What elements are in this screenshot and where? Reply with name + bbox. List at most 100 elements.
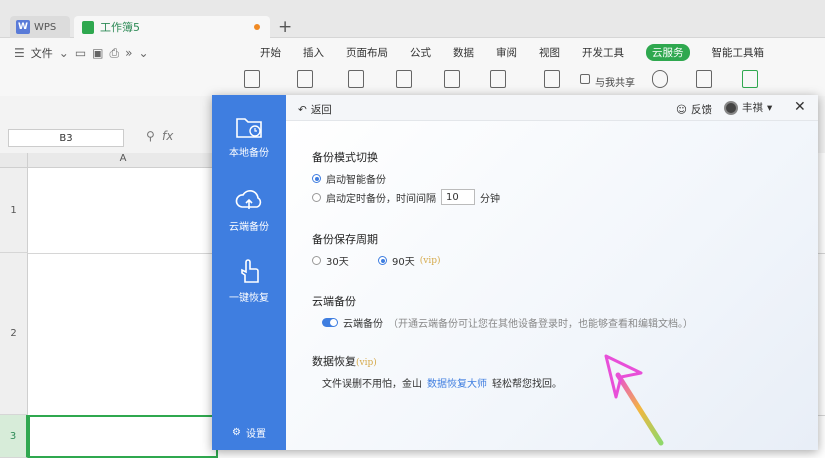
smart-backup-option[interactable]: 启动智能备份 — [312, 171, 386, 186]
close-icon[interactable]: ✕ — [794, 99, 806, 115]
feedback-button[interactable]: ☺ 反馈 — [676, 102, 712, 117]
selected-cell[interactable] — [28, 415, 218, 458]
row-header-2[interactable]: 2 — [0, 253, 28, 415]
radio-unselected-icon[interactable] — [312, 256, 321, 265]
doc-roam-icon[interactable] — [244, 70, 260, 88]
timed-backup-option[interactable]: 启动定时备份，时间间隔 10 分钟 — [312, 189, 500, 205]
ribbon-tab[interactable]: 数据 — [453, 45, 474, 61]
caret-down-icon: ▾ — [767, 101, 773, 114]
new-tab-button[interactable]: + — [278, 17, 292, 37]
microphone-icon[interactable] — [652, 70, 668, 88]
row-header-3[interactable]: 3 — [0, 415, 28, 458]
ribbon-tab[interactable]: 公式 — [410, 45, 431, 61]
tab-workbook[interactable]: 工作簿5 — [74, 16, 270, 38]
cloud-backup-title: 云端备份 — [312, 295, 356, 308]
recovery-text-pre: 文件误删不用怕，金山 — [322, 379, 422, 390]
sidebar-label-cloud-backup: 云端备份 — [229, 222, 269, 233]
ribbon-tab[interactable]: 智能工具箱 — [712, 45, 765, 61]
more-icon[interactable]: » — [125, 46, 132, 60]
radio-selected-icon[interactable] — [378, 256, 387, 265]
data-recovery-row: 文件误删不用怕，金山 数据恢复大师 轻松帮您找回。 — [322, 375, 562, 390]
sidebar-item-local-backup[interactable]: 本地备份 — [212, 113, 286, 159]
backup-dialog: 本地备份 云端备份 一键恢复 ⚙ 设置 ↶ 返回 ☺ 反馈 丰祺 ▾ ✕ 备份模… — [212, 95, 818, 450]
image-upload-icon[interactable] — [297, 70, 313, 88]
new-cloud-doc-icon[interactable] — [348, 70, 364, 88]
shared-with-me-label[interactable]: 与我共享 — [595, 74, 635, 89]
period-30-option[interactable]: 30天 — [312, 253, 349, 268]
period-90-option[interactable]: 90天 (vip) — [378, 253, 440, 268]
annotation-arrow-icon — [604, 354, 664, 446]
smart-backup-label: 启动智能备份 — [326, 175, 386, 186]
customize-icon[interactable]: ⌄ — [138, 46, 148, 60]
cloud-backup-toggle-row[interactable]: 云端备份 （开通云端备份可让您在其他设备登录时，也能够查看和编辑文档。） — [322, 315, 693, 330]
period-90-label: 90天 — [392, 257, 415, 268]
back-button[interactable]: ↶ 返回 — [298, 102, 332, 117]
formula-bar: B3 ⚲ fx — [0, 126, 220, 150]
avatar — [724, 100, 738, 115]
backup-mode-title: 备份模式切换 — [312, 151, 378, 164]
history-icon[interactable] — [396, 70, 412, 88]
data-recovery-title-text: 数据恢复 — [312, 355, 356, 368]
tab-wps-label: WPS — [34, 21, 57, 33]
ribbon-tab[interactable]: 审阅 — [496, 45, 517, 61]
settings-button[interactable]: ⚙ 设置 — [232, 425, 266, 440]
settings-label: 设置 — [245, 429, 266, 440]
ribbon-tab[interactable]: 云服务 — [646, 44, 690, 61]
retention-period-title: 备份保存周期 — [312, 233, 378, 246]
unsaved-dot-icon — [254, 24, 260, 30]
feedback-icon: ☺ — [676, 103, 687, 116]
chevron-down-icon[interactable]: ⌄ — [59, 46, 69, 60]
zoom-icon[interactable]: ⚲ — [146, 129, 155, 143]
column-header-a[interactable]: A — [28, 153, 218, 168]
recovery-text-post: 轻松帮您找回。 — [492, 379, 562, 390]
radio-selected-icon[interactable] — [312, 174, 321, 183]
cloud-backup-toggle-label: 云端备份 — [343, 319, 383, 330]
dialog-header: ↶ 返回 ☺ 反馈 丰祺 ▾ ✕ — [286, 95, 818, 121]
ribbon-tab[interactable]: 开始 — [260, 45, 281, 61]
ribbon-tabs: 开始 插入 页面布局 公式 数据 审阅 视图 开发工具 云服务 智能工具箱 — [260, 44, 786, 61]
row-header-1[interactable]: 1 — [0, 168, 28, 253]
user-menu[interactable]: 丰祺 ▾ — [724, 100, 772, 115]
backup-settings-panel: 备份模式切换 启动智能备份 启动定时备份，时间间隔 10 分钟 备份保存周期 3… — [286, 121, 818, 450]
backup-sidebar: 本地备份 云端备份 一键恢复 ⚙ 设置 — [212, 95, 286, 450]
radio-unselected-icon[interactable] — [312, 192, 321, 202]
gear-icon: ⚙ — [232, 427, 241, 438]
tab-workbook-label: 工作簿5 — [100, 21, 140, 34]
sidebar-label-local-backup: 本地备份 — [229, 148, 269, 159]
ribbon-tab[interactable]: 页面布局 — [346, 45, 388, 61]
hamburger-menu-icon[interactable]: ☰ — [14, 46, 25, 60]
hand-tap-icon — [241, 259, 259, 283]
open-folder-icon[interactable]: ▭ — [75, 46, 86, 60]
ribbon-tab[interactable]: 视图 — [539, 45, 560, 61]
cloud-doc-icon[interactable] — [544, 70, 560, 88]
name-box[interactable]: B3 — [8, 129, 124, 147]
interval-unit: 分钟 — [480, 193, 500, 205]
ribbon-toolbar: 与我共享 — [0, 66, 825, 96]
wps-logo-icon: W — [16, 20, 30, 34]
vip-badge: (vip) — [419, 255, 441, 266]
back-arrow-icon: ↶ — [298, 103, 307, 116]
fx-icon[interactable]: fx — [162, 129, 173, 143]
document-icon[interactable] — [696, 70, 712, 88]
file-menu[interactable]: 文件 — [31, 45, 53, 61]
interval-input[interactable]: 10 — [441, 189, 475, 205]
share-icon[interactable] — [580, 74, 590, 84]
select-all-corner[interactable] — [0, 153, 28, 168]
cloud-backup-toggle[interactable] — [322, 318, 338, 327]
show-icon[interactable] — [742, 70, 758, 88]
sync-icon[interactable] — [490, 70, 506, 88]
ribbon-tab[interactable]: 插入 — [303, 45, 324, 61]
save-icon[interactable]: ▣ — [92, 46, 103, 60]
print-icon[interactable]: ⎙ — [110, 46, 120, 61]
ribbon-tab[interactable]: 开发工具 — [582, 45, 624, 61]
backup-icon[interactable] — [444, 70, 460, 88]
tab-wps[interactable]: W WPS — [10, 16, 70, 38]
sidebar-item-one-click-restore[interactable]: 一键恢复 — [212, 258, 286, 304]
sidebar-item-cloud-backup[interactable]: 云端备份 — [212, 187, 286, 233]
recovery-master-link[interactable]: 数据恢复大师 — [427, 375, 487, 390]
spreadsheet-icon — [82, 20, 94, 34]
period-30-label: 30天 — [326, 257, 349, 268]
cloud-backup-hint: （开通云端备份可让您在其他设备登录时，也能够查看和编辑文档。） — [388, 319, 693, 330]
vip-badge: (vip) — [356, 358, 377, 368]
tab-bar: W WPS 工作簿5 + — [0, 0, 825, 38]
